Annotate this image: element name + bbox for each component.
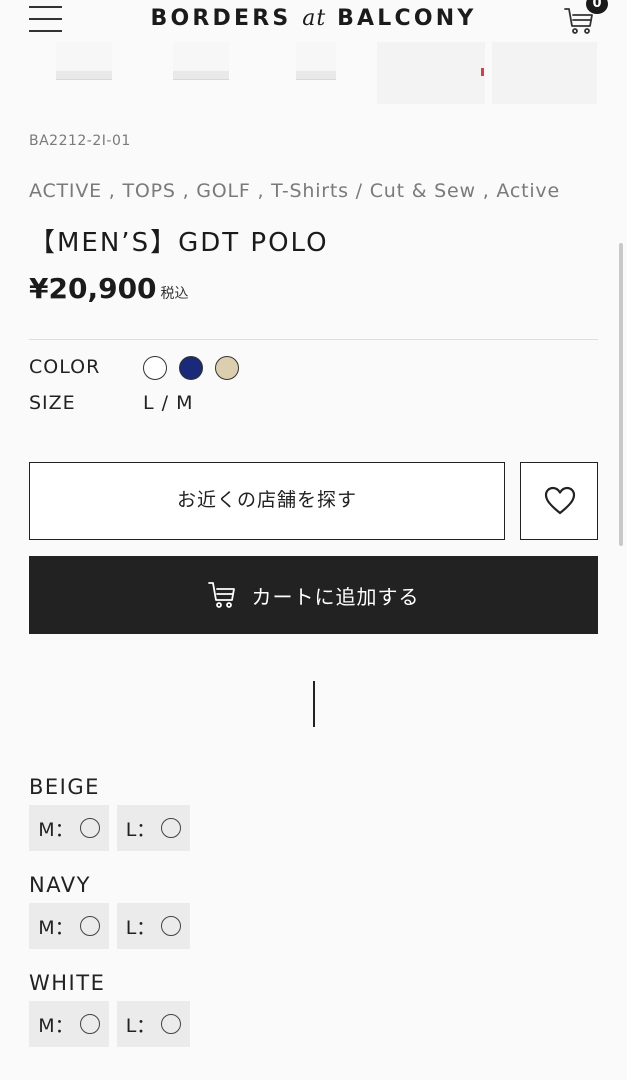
product-thumbnails — [0, 42, 627, 104]
stock-chip-l: L： — [117, 903, 190, 949]
text-caret — [313, 681, 315, 727]
size-values: L / M — [143, 392, 194, 414]
color-swatch-beige[interactable] — [215, 356, 239, 380]
stock-group-navy: NAVY M： L： — [29, 873, 190, 949]
thumbnail-image[interactable] — [56, 42, 112, 80]
stock-chip-l: L： — [117, 805, 190, 851]
in-stock-circle-icon — [79, 1014, 100, 1034]
stock-group-beige: BEIGE M： L： — [29, 775, 190, 851]
product-title: 【MEN’S】GDT POLO — [29, 228, 329, 258]
heart-icon — [544, 486, 576, 515]
color-label: COLOR — [29, 356, 101, 378]
color-swatches — [143, 356, 239, 380]
divider — [29, 339, 598, 340]
in-stock-circle-icon — [161, 1014, 182, 1034]
color-swatch-navy[interactable] — [179, 356, 203, 380]
in-stock-circle-icon — [161, 916, 182, 936]
add-to-cart-label: カートに追加する — [251, 584, 420, 609]
product-categories[interactable]: ACTIVE , TOPS , GOLF , T-Shirts / Cut & … — [29, 180, 560, 202]
color-swatch-white[interactable] — [143, 356, 167, 380]
thumbnail-image[interactable] — [173, 42, 229, 80]
size-label: SIZE — [29, 392, 76, 414]
site-logo[interactable]: BORDERS at BALCONY — [100, 6, 527, 31]
thumbnail-image[interactable] — [492, 42, 597, 104]
scrollbar[interactable] — [619, 243, 623, 546]
favorite-button[interactable] — [520, 462, 598, 540]
thumbnail-image[interactable] — [377, 42, 485, 104]
cart-count-badge: 0 — [586, 0, 608, 14]
stock-color-name: NAVY — [29, 873, 91, 897]
stock-color-name: BEIGE — [29, 775, 100, 799]
site-header: BORDERS at BALCONY 0 — [0, 0, 627, 42]
add-to-cart-button[interactable]: カートに追加する — [29, 556, 598, 634]
find-store-button[interactable]: お近くの店舗を探す — [29, 462, 505, 540]
product-price: ¥20,900 税込 — [29, 272, 189, 305]
thumbnail-image[interactable] — [296, 42, 336, 80]
stock-group-white: WHITE M： L： — [29, 971, 190, 1047]
product-sku: BA2212-2I-01 — [29, 133, 131, 149]
in-stock-circle-icon — [79, 916, 100, 936]
stock-color-name: WHITE — [29, 971, 106, 995]
in-stock-circle-icon — [161, 818, 182, 838]
stock-chip-m: M： — [29, 1001, 109, 1047]
menu-icon[interactable] — [29, 6, 62, 34]
in-stock-circle-icon — [79, 818, 100, 838]
cart-icon — [207, 582, 235, 608]
price-amount: ¥20,900 — [29, 272, 157, 305]
stock-chip-l: L： — [117, 1001, 190, 1047]
stock-chip-m: M： — [29, 805, 109, 851]
tax-label: 税込 — [160, 286, 189, 302]
stock-chip-m: M： — [29, 903, 109, 949]
